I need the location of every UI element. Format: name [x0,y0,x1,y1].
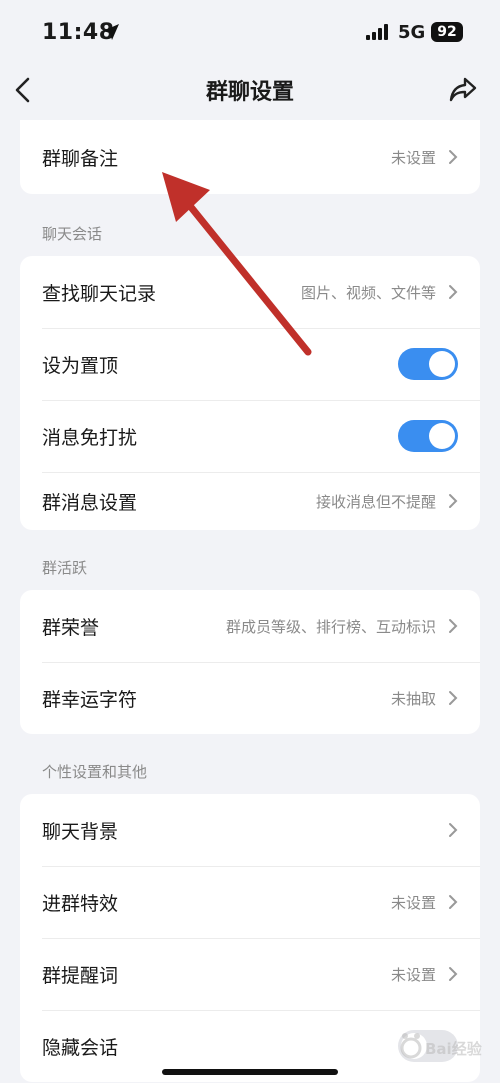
group-activity-card: 群荣誉 群成员等级、排行榜、互动标识 群幸运字符 未抽取 [20,590,480,734]
reminder-words-value: 未设置 [390,965,436,984]
group-remark-card: 群聊备注 未设置 [20,120,480,194]
search-history-label: 查找聊天记录 [42,282,157,305]
chevron-right-icon [449,895,458,909]
group-honor-label: 群荣誉 [42,616,100,639]
cellular-signal-icon [366,24,388,40]
group-message-settings-value: 接收消息但不提醒 [315,492,436,511]
chevron-right-icon [449,150,458,164]
chevron-right-icon [449,285,458,299]
nav-bar: 群聊设置 [0,66,500,114]
lucky-char-row[interactable]: 群幸运字符 未抽取 [20,662,480,734]
chevron-right-icon [449,691,458,705]
section-title-chat-session: 聊天会话 [42,225,103,243]
home-indicator [162,1069,338,1075]
location-arrow-icon [103,24,119,40]
lucky-char-value: 未抽取 [390,689,436,708]
pin-top-row: 设为置顶 [20,328,480,400]
do-not-disturb-label: 消息免打扰 [42,426,138,449]
group-remark-value: 未设置 [390,148,436,167]
chat-background-label: 聊天背景 [42,820,119,843]
chat-background-row[interactable]: 聊天背景 [20,794,480,866]
status-bar: 11:48 5G 92 [0,0,500,66]
section-title-group-activity: 群活跃 [42,559,88,577]
group-remark-row[interactable]: 群聊备注 未设置 [20,120,480,194]
baidu-watermark-logo: Bai经验 [400,1033,483,1059]
reminder-words-label: 群提醒词 [42,964,119,987]
search-history-value: 图片、视频、文件等 [300,283,436,302]
reminder-words-row[interactable]: 群提醒词 未设置 [20,938,480,1010]
group-honor-value: 群成员等级、排行榜、互动标识 [225,617,436,636]
section-title-personal: 个性设置和其他 [42,763,148,781]
battery-indicator: 92 [431,22,463,42]
toggle-knob [429,423,455,449]
group-honor-row[interactable]: 群荣誉 群成员等级、排行榜、互动标识 [20,590,480,662]
join-effect-value: 未设置 [390,893,436,912]
page-title: 群聊设置 [205,80,294,105]
lucky-char-label: 群幸运字符 [42,688,138,711]
join-effect-label: 进群特效 [42,892,119,915]
pin-top-label: 设为置顶 [42,354,119,377]
toggle-knob [429,351,455,377]
network-type: 5G [398,22,426,43]
chevron-right-icon [449,967,458,981]
join-effect-row[interactable]: 进群特效 未设置 [20,866,480,938]
svg-text:Bai经验: Bai经验 [425,1040,483,1058]
chat-session-card: 查找聊天记录 图片、视频、文件等 设为置顶 消息免打扰 群消息设置 接收消息但不… [20,256,480,530]
group-message-settings-label: 群消息设置 [42,491,138,514]
chevron-right-icon [449,619,458,633]
group-message-settings-row[interactable]: 群消息设置 接收消息但不提醒 [20,472,480,530]
chevron-right-icon [449,494,458,508]
share-icon[interactable] [448,76,478,104]
do-not-disturb-toggle[interactable] [398,420,458,452]
do-not-disturb-row: 消息免打扰 [20,400,480,472]
pin-top-toggle[interactable] [398,348,458,380]
search-history-row[interactable]: 查找聊天记录 图片、视频、文件等 [20,256,480,328]
chevron-right-icon [449,823,458,837]
hide-chat-label: 隐藏会话 [42,1036,119,1059]
group-remark-label: 群聊备注 [42,147,119,170]
